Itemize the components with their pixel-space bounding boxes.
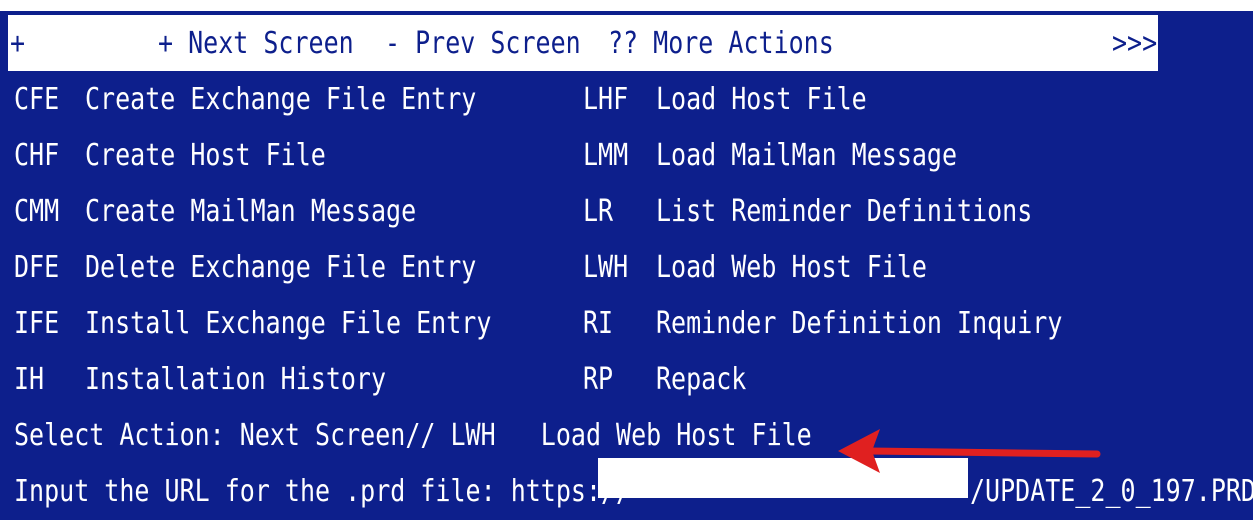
terminal-window[interactable]: + + Next Screen - Prev Screen ?? More Ac… (0, 11, 1253, 520)
screenshot-page: + + Next Screen - Prev Screen ?? More Ac… (0, 0, 1253, 520)
red-annotation-arrow-icon (838, 429, 1101, 473)
